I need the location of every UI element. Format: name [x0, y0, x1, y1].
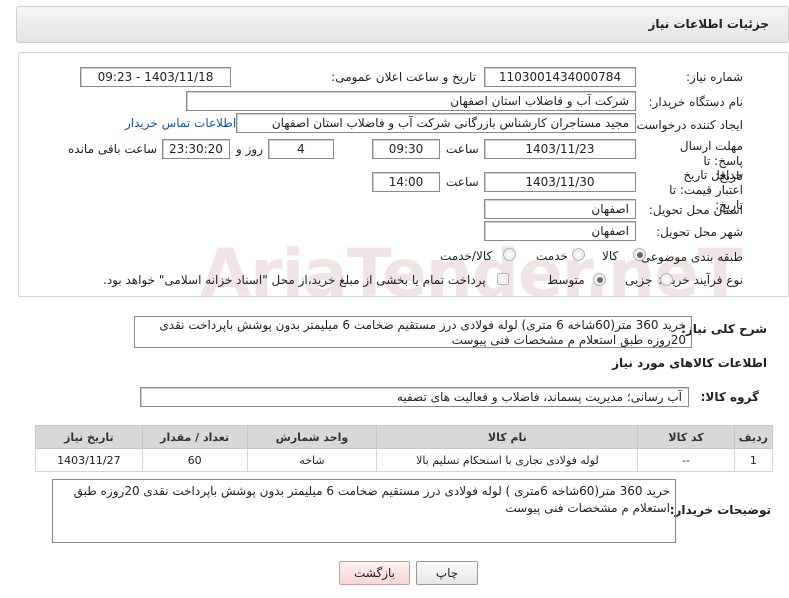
process-medium-label: متوسط — [547, 273, 585, 287]
back-button[interactable]: بازگشت — [339, 561, 410, 585]
col-qty: تعداد / مقدار — [141, 425, 248, 449]
creator-label: ایجاد کننده درخواست: — [632, 118, 743, 132]
table-row: 1 -- لوله فولادی تجاری با استحکام تسلیم … — [35, 448, 774, 472]
announce-label: تاریخ و ساعت اعلان عمومی: — [331, 70, 476, 84]
buyer-org-label: نام دستگاه خریدار: — [648, 95, 744, 109]
process-minor-radio[interactable] — [660, 273, 673, 286]
goods-group-label: گروه کالا: — [700, 390, 759, 404]
table-header-row: ردیف کد کالا نام کالا واحد شمارش تعداد /… — [35, 425, 774, 449]
col-code: کد کالا — [637, 425, 735, 449]
deadline-time-label: ساعت — [446, 142, 479, 156]
category-goods-label: کالا — [602, 249, 619, 263]
validity-time-label: ساعت — [446, 175, 479, 189]
need-number-field: 1103001434000784 — [484, 67, 636, 87]
goods-group-field: آب رسانی؛ مدیریت پسماند، فاضلاب و فعالیت… — [140, 387, 689, 407]
buyer-notes-textarea[interactable]: خرید 360 متر(60شاخه 6متری ) لوله فولادی … — [52, 479, 676, 543]
buyer-notes-label: توضیحات خریدار: — [669, 503, 771, 517]
deadline-date-field: 1403/11/23 — [484, 139, 636, 159]
province-field: اصفهان — [484, 199, 636, 219]
category-both-radio[interactable] — [503, 248, 516, 261]
category-service-radio[interactable] — [572, 248, 585, 261]
cell-name: لوله فولادی تجاری با استحکام تسلیم بالا — [376, 448, 639, 472]
goods-table: ردیف کد کالا نام کالا واحد شمارش تعداد /… — [35, 425, 774, 472]
announce-field: 1403/11/18 - 09:23 — [80, 67, 231, 87]
treasury-payment-checkbox[interactable] — [497, 273, 509, 285]
col-name: نام کالا — [376, 425, 639, 449]
category-label: طبقه بندی موضوعی: — [636, 250, 743, 264]
buyer-org-field: شرکت آب و فاضلاب استان اصفهان — [186, 91, 636, 111]
category-both-label: کالا/خدمت — [440, 249, 493, 263]
cell-unit: شاخه — [246, 448, 378, 472]
category-goods-radio[interactable] — [633, 248, 646, 261]
cell-qty: 60 — [141, 448, 248, 472]
need-number-label: شماره نیاز: — [686, 70, 743, 84]
creator-field: مجید مستاجران کارشناس بازرگانی شرکت آب و… — [236, 113, 636, 133]
validity-time-field: 14:00 — [372, 172, 440, 192]
contact-info-link[interactable]: اطلاعات تماس خریدار — [125, 116, 236, 130]
summary-label: شرح کلی نیاز: — [681, 322, 767, 336]
summary-textarea[interactable]: خرید 360 متر(60شاخه 6 متری) لوله فولادی … — [134, 316, 692, 348]
days-field: 4 — [268, 139, 334, 159]
days-label: روز و — [236, 142, 263, 156]
treasury-payment-text: پرداخت تمام یا بخشی از مبلغ خرید،از محل … — [103, 273, 486, 287]
print-button[interactable]: چاپ — [416, 561, 478, 585]
province-label: استان محل تحویل: — [648, 203, 743, 217]
remaining-label: ساعت باقی مانده — [68, 142, 158, 156]
category-service-label: خدمت — [536, 249, 568, 263]
col-date: تاریخ نیاز — [35, 425, 143, 449]
cell-date: 1403/11/27 — [35, 448, 143, 472]
deadline-time-field: 09:30 — [372, 139, 440, 159]
validity-date-field: 1403/11/30 — [484, 172, 636, 192]
page-title: جزئیات اطلاعات نیاز — [648, 17, 769, 31]
process-minor-label: جزیی — [625, 273, 653, 287]
city-field: اصفهان — [484, 221, 636, 241]
cell-row: 1 — [733, 448, 774, 472]
col-unit: واحد شمارش — [246, 425, 378, 449]
remaining-time-field: 23:30:20 — [162, 139, 230, 159]
city-label: شهر محل تحویل: — [656, 225, 743, 239]
process-medium-radio[interactable] — [593, 273, 606, 286]
goods-section-title: اطلاعات کالاهای مورد نیاز — [612, 356, 767, 370]
col-row: ردیف — [733, 425, 774, 449]
cell-code: -- — [637, 448, 735, 472]
